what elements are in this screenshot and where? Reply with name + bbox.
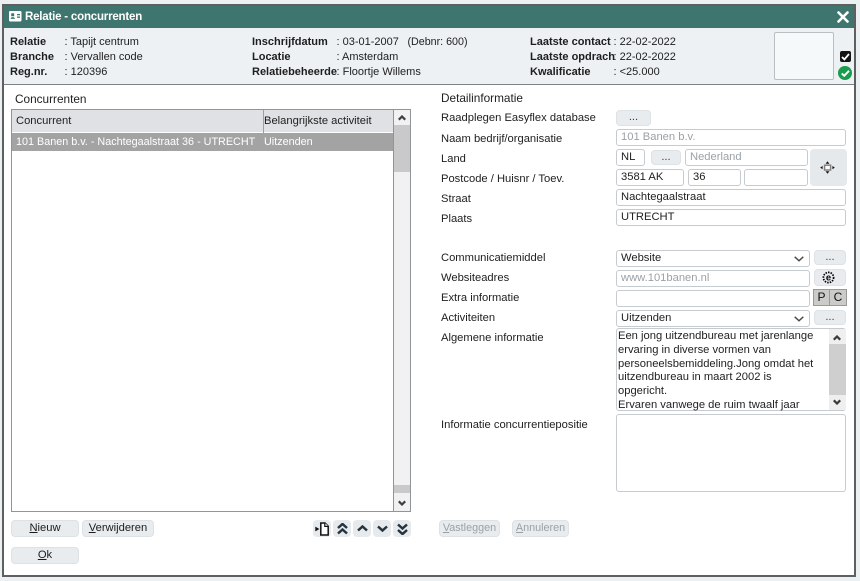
svg-text:e: e bbox=[826, 273, 831, 284]
